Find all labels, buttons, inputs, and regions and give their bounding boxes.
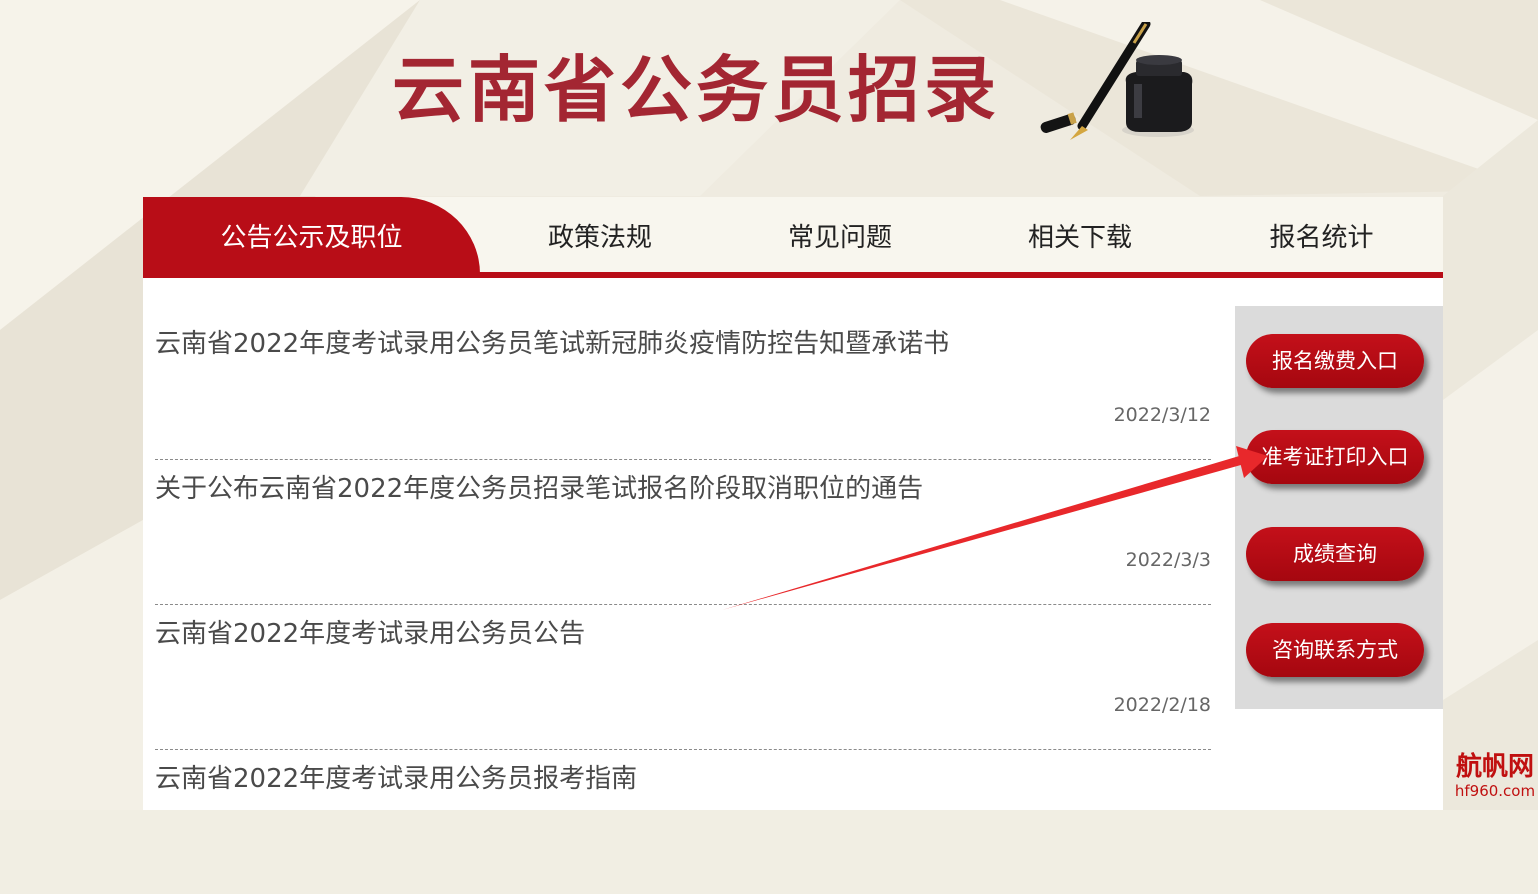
contact-info-button[interactable]: 咨询联系方式 — [1246, 623, 1424, 677]
news-title[interactable]: 关于公布云南省2022年度公务员招录笔试报名阶段取消职位的通告 — [155, 468, 923, 505]
news-list: 云南省2022年度考试录用公务员笔试新冠肺炎疫情防控告知暨承诺书 2022/3/… — [155, 315, 1211, 894]
news-title[interactable]: 云南省2022年度考试录用公务员报考指南 — [155, 758, 637, 795]
nav-underline — [143, 272, 1443, 278]
tab-faq[interactable]: 常见问题 — [720, 197, 960, 274]
news-title[interactable]: 云南省2022年度考试录用公务员笔试新冠肺炎疫情防控告知暨承诺书 — [155, 323, 949, 360]
quick-links-sidebar: 报名缴费入口 准考证打印入口 成绩查询 咨询联系方式 — [1235, 306, 1443, 709]
watermark-url: hf960.com — [1454, 782, 1536, 800]
news-date: 2022/2/18 — [1113, 694, 1211, 716]
site-title: 云南省公务员招录 — [392, 48, 1001, 132]
tab-downloads[interactable]: 相关下载 — [960, 197, 1200, 274]
watermark: 航帆网 hf960.com — [1452, 752, 1538, 800]
registration-payment-button[interactable]: 报名缴费入口 — [1246, 334, 1424, 388]
main-nav: 公告公示及职位 政策法规 常见问题 相关下载 报名统计 — [143, 197, 1443, 278]
tab-announcements[interactable]: 公告公示及职位 — [143, 197, 480, 274]
list-item: 云南省2022年度考试录用公务员公告 2022/2/18 — [155, 605, 1211, 750]
admission-ticket-print-button[interactable]: 准考证打印入口 — [1246, 430, 1424, 484]
news-date: 2022/3/12 — [1113, 404, 1211, 426]
list-item: 关于公布云南省2022年度公务员招录笔试报名阶段取消职位的通告 2022/3/3 — [155, 460, 1211, 605]
list-item: 云南省2022年度考试录用公务员笔试新冠肺炎疫情防控告知暨承诺书 2022/3/… — [155, 315, 1211, 460]
watermark-text: 航帆网 — [1455, 752, 1534, 782]
news-title[interactable]: 云南省2022年度考试录用公务员公告 — [155, 613, 585, 650]
site-header: 云南省公务员招录 — [0, 0, 1538, 196]
tab-policies[interactable]: 政策法规 — [480, 197, 720, 274]
list-item: 云南省2022年度考试录用公务员报考指南 — [155, 750, 1211, 894]
tab-registration-stats[interactable]: 报名统计 — [1200, 197, 1443, 274]
main-panel: 公告公示及职位 政策法规 常见问题 相关下载 报名统计 云南省2022年度考试录… — [143, 197, 1443, 810]
score-query-button[interactable]: 成绩查询 — [1246, 527, 1424, 581]
news-date: 2022/3/3 — [1125, 549, 1211, 571]
fountain-pen-ink-icon — [1040, 22, 1194, 140]
